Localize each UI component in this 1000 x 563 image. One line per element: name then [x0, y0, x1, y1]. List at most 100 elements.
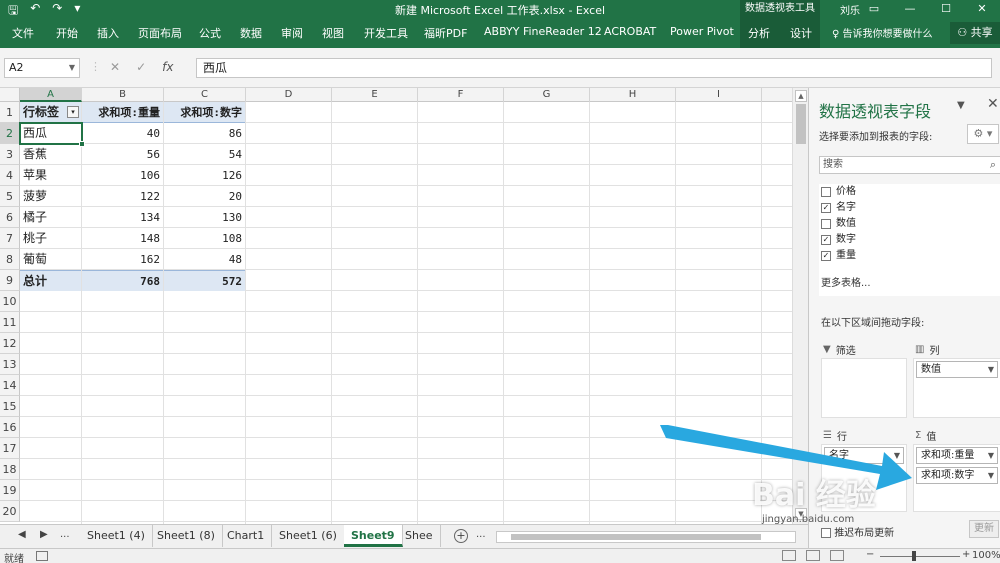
add-sheet-icon[interactable]: +	[454, 529, 468, 543]
sheet-tab[interactable]: Shee	[398, 525, 441, 547]
row-header-1[interactable]: 1	[0, 102, 20, 123]
sheet-tab[interactable]: Chart1	[220, 525, 273, 547]
sheet-tab[interactable]: Sheet1 (6)	[272, 525, 345, 547]
vertical-scrollbar[interactable]: ▲ ▼	[792, 88, 808, 524]
chevron-down-icon[interactable]: ▼	[894, 448, 900, 463]
scroll-up-icon[interactable]: ▲	[795, 90, 807, 102]
chevron-down-icon[interactable]: ▼	[69, 59, 75, 77]
hscroll-thumb[interactable]	[511, 534, 761, 540]
pivot-value-cell[interactable]: 20	[164, 186, 245, 207]
tab-page-layout[interactable]: 页面布局	[138, 25, 182, 41]
pivot-row-label[interactable]: 苹果	[20, 165, 81, 186]
close-icon[interactable]: ✕	[964, 0, 1000, 18]
next-sheet-icon[interactable]: ▶	[40, 529, 48, 540]
worksheet-grid[interactable]: ABCDEFGHI 1 2 3 4 5 6 7 8 9 10 11 12 13 14 15 16 17 18 19 2…	[0, 88, 792, 524]
sheet-tab[interactable]: Sheet1 (8)	[150, 525, 223, 547]
page-break-view-icon[interactable]	[830, 550, 844, 561]
macro-record-icon[interactable]	[36, 551, 48, 561]
row-chip[interactable]: 名字 ▼	[824, 447, 904, 464]
cancel-icon[interactable]: ✕	[110, 60, 120, 74]
pivot-value-cell[interactable]: 108	[164, 228, 245, 249]
pivot-field[interactable]: ✓ 重量	[821, 248, 856, 264]
row-header-4[interactable]: 4	[0, 165, 20, 186]
row-header-6[interactable]: 6	[0, 207, 20, 228]
pivot-value-cell[interactable]: 40	[82, 123, 163, 144]
pivot-value-cell[interactable]: 48	[164, 249, 245, 270]
row-header-10[interactable]: 10	[0, 291, 20, 312]
row-header-5[interactable]: 5	[0, 186, 20, 207]
prev-sheet-icon[interactable]: ◀	[18, 529, 26, 540]
pivot-value-cell[interactable]: 56	[82, 144, 163, 165]
zoom-level[interactable]: 100%	[972, 550, 1000, 561]
normal-view-icon[interactable]	[782, 550, 796, 561]
pivot-header-cell[interactable]: 求和项:重量	[82, 102, 163, 123]
more-tables-link[interactable]: 更多表格...	[821, 274, 871, 289]
field-checkbox[interactable]	[821, 219, 831, 229]
column-header-i[interactable]: I	[676, 88, 762, 102]
row-header-8[interactable]: 8	[0, 249, 20, 270]
pivot-value-cell[interactable]: 122	[82, 186, 163, 207]
maximize-icon[interactable]: ☐	[928, 0, 964, 18]
value-chip-weight[interactable]: 求和项:重量 ▼	[916, 447, 998, 464]
pivot-value-cell[interactable]: 86	[164, 123, 245, 144]
tab-analyze[interactable]: 分析	[748, 25, 770, 41]
tab-design[interactable]: 设计	[790, 25, 812, 41]
more-sheets-right[interactable]: ...	[476, 529, 486, 540]
scroll-thumb[interactable]	[796, 104, 806, 144]
field-checkbox[interactable]: ✓	[821, 251, 831, 261]
columns-drop-area[interactable]: 数值 ▼	[913, 358, 1000, 418]
chevron-down-icon[interactable]: ▼	[988, 468, 994, 483]
update-button[interactable]: 更新	[969, 520, 999, 538]
sheet-tab[interactable]: Sheet1 (4)	[80, 525, 153, 547]
pivot-header-cell[interactable]: 求和项:数字	[164, 102, 245, 123]
column-header-h[interactable]: H	[590, 88, 676, 102]
row-header-19[interactable]: 19	[0, 480, 20, 501]
close-icon[interactable]: ✕	[987, 96, 999, 112]
tab-formulas[interactable]: 公式	[199, 25, 221, 41]
row-header-7[interactable]: 7	[0, 228, 20, 249]
row-header-9[interactable]: 9	[0, 270, 20, 291]
row-header-17[interactable]: 17	[0, 438, 20, 459]
column-header-b[interactable]: B	[82, 88, 164, 102]
tab-foxit-pdf[interactable]: 福昕PDF	[424, 25, 467, 41]
field-checkbox[interactable]: ✓	[821, 235, 831, 245]
pivot-value-cell[interactable]: 54	[164, 144, 245, 165]
row-header-3[interactable]: 3	[0, 144, 20, 165]
filters-drop-area[interactable]	[821, 358, 907, 418]
pivot-field[interactable]: 数值	[821, 216, 856, 232]
column-header-f[interactable]: F	[418, 88, 504, 102]
zoom-out-icon[interactable]: −	[866, 549, 874, 560]
column-header-e[interactable]: E	[332, 88, 418, 102]
zoom-slider[interactable]	[880, 556, 960, 557]
row-header-16[interactable]: 16	[0, 417, 20, 438]
tab-abbyy[interactable]: ABBYY FineReader 12	[484, 25, 602, 38]
column-header-c[interactable]: C	[164, 88, 246, 102]
pivot-row-label[interactable]: 橘子	[20, 207, 81, 228]
chevron-down-icon[interactable]: ▼	[988, 362, 994, 377]
field-checkbox[interactable]: ✓	[821, 203, 831, 213]
pivot-field[interactable]: ✓ 名字	[821, 200, 856, 216]
formula-input[interactable]: 西瓜	[196, 58, 992, 78]
search-icon[interactable]: ⌕	[990, 157, 996, 173]
defer-checkbox[interactable]	[821, 528, 831, 538]
tab-data[interactable]: 数据	[240, 25, 262, 41]
name-box[interactable]: A2 ▼	[4, 58, 80, 78]
more-sheets-left[interactable]: ...	[60, 529, 70, 540]
tab-acrobat[interactable]: ACROBAT	[604, 25, 656, 38]
gear-icon[interactable]: ⚙ ▾	[967, 124, 999, 144]
row-header-11[interactable]: 11	[0, 312, 20, 333]
enter-icon[interactable]: ✓	[136, 60, 146, 74]
pane-options-chevron-icon[interactable]: ▼	[957, 100, 965, 111]
row-header-2[interactable]: 2	[0, 123, 20, 144]
pivot-value-cell[interactable]: 126	[164, 165, 245, 186]
ribbon-display-icon[interactable]: ▭	[856, 0, 892, 18]
chevron-down-icon[interactable]: ▼	[988, 448, 994, 463]
tab-power-pivot[interactable]: Power Pivot	[670, 25, 734, 38]
column-header-d[interactable]: D	[246, 88, 332, 102]
pivot-value-cell[interactable]: 148	[82, 228, 163, 249]
pivot-field[interactable]: 价格	[821, 184, 856, 200]
row-header-14[interactable]: 14	[0, 375, 20, 396]
page-layout-view-icon[interactable]	[806, 550, 820, 561]
field-search-input[interactable]: 搜索 ⌕	[819, 156, 1000, 174]
tab-home[interactable]: 开始	[56, 25, 78, 41]
